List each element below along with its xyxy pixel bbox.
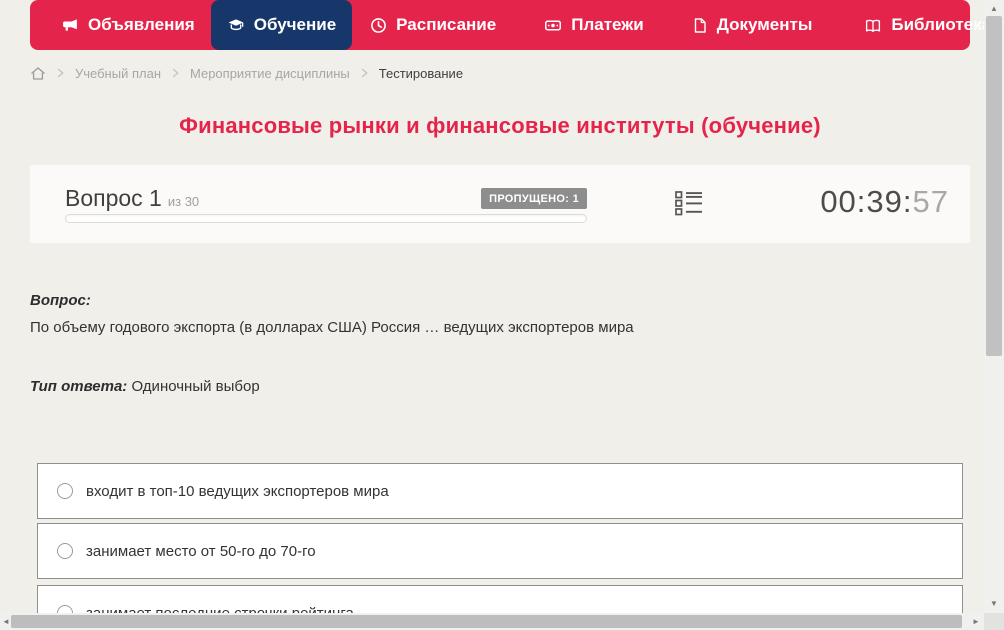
answer-type-row: Тип ответа: Одиночный выбор bbox=[30, 378, 260, 395]
horizontal-scrollbar[interactable]: ◄ ► bbox=[0, 613, 984, 630]
chevron-right-icon bbox=[361, 68, 368, 78]
answer-type-value: Одиночный выбор bbox=[131, 378, 260, 395]
document-icon bbox=[692, 17, 708, 34]
question-header-card: Вопрос 1 из 30 ПРОПУЩЕНО: 1 00:39:57 bbox=[30, 165, 970, 243]
clock-icon bbox=[370, 17, 387, 34]
question-counter: Вопрос 1 из 30 bbox=[65, 185, 199, 212]
question-text: По объему годового экспорта (в долларах … bbox=[30, 319, 634, 336]
question-total: из 30 bbox=[167, 194, 200, 209]
answer-option-label: занимает последние строчки рейтинга bbox=[86, 604, 354, 614]
page: Объявления Обучение Расписание Платежи Д… bbox=[0, 0, 984, 613]
main-nav: Объявления Обучение Расписание Платежи Д… bbox=[30, 0, 984, 50]
answer-option-label: входит в топ-10 ведущих экспортеров мира bbox=[86, 482, 389, 500]
vertical-scrollbar[interactable]: ▲ ▼ bbox=[984, 0, 1004, 613]
question-list-icon[interactable] bbox=[675, 190, 703, 217]
skipped-badge: ПРОПУЩЕНО: 1 bbox=[481, 188, 587, 209]
scroll-right-icon[interactable]: ► bbox=[972, 618, 980, 626]
radio-button[interactable] bbox=[57, 483, 73, 499]
megaphone-icon bbox=[62, 17, 79, 34]
payments-icon bbox=[544, 17, 562, 34]
breadcrumb: Учебный план Мероприятие дисциплины Тест… bbox=[30, 61, 463, 85]
answer-option[interactable]: занимает последние строчки рейтинга bbox=[37, 585, 963, 613]
scroll-down-icon[interactable]: ▼ bbox=[990, 600, 998, 608]
library-icon bbox=[864, 17, 882, 34]
breadcrumb-item-testing: Тестирование bbox=[378, 65, 464, 81]
radio-button[interactable] bbox=[57, 543, 73, 559]
answer-option-label: занимает место от 50-го до 70-го bbox=[86, 542, 316, 560]
nav-item-learning[interactable]: Обучение bbox=[210, 0, 353, 50]
breadcrumb-item-study-plan[interactable]: Учебный план bbox=[75, 66, 161, 81]
page-title: Финансовые рынки и финансовые институты … bbox=[179, 113, 821, 138]
home-icon[interactable] bbox=[30, 66, 46, 81]
vertical-scrollbar-thumb[interactable] bbox=[986, 16, 1002, 356]
horizontal-scrollbar-thumb[interactable] bbox=[11, 615, 962, 628]
scroll-up-icon[interactable]: ▲ bbox=[990, 5, 998, 13]
nav-item-documents[interactable]: Документы bbox=[676, 0, 829, 50]
nav-item-label: Библиотека bbox=[891, 15, 984, 34]
nav-item-announcements[interactable]: Объявления bbox=[46, 0, 211, 50]
answer-option[interactable]: входит в топ-10 ведущих экспортеров мира bbox=[37, 463, 963, 519]
radio-button[interactable] bbox=[57, 605, 73, 613]
nav-item-label: Платежи bbox=[571, 15, 644, 34]
breadcrumb-item-discipline-event[interactable]: Мероприятие дисциплины bbox=[190, 66, 350, 81]
timer: 00:39:57 bbox=[820, 184, 949, 220]
question-heading: Вопрос: bbox=[30, 292, 91, 309]
answer-type-label: Тип ответа: bbox=[30, 378, 128, 395]
chevron-right-icon bbox=[57, 68, 64, 78]
nav-item-label: Объявления bbox=[88, 15, 195, 34]
chevron-right-icon bbox=[172, 68, 179, 78]
nav-item-label: Расписание bbox=[396, 15, 497, 34]
scrollbar-corner bbox=[984, 613, 1004, 630]
nav-item-label: Обучение bbox=[253, 15, 337, 34]
nav-item-label: Документы bbox=[716, 15, 813, 34]
answer-option[interactable]: занимает место от 50-го до 70-го bbox=[37, 523, 963, 579]
question-number: Вопрос 1 bbox=[65, 185, 162, 211]
nav-item-payments[interactable]: Платежи bbox=[528, 0, 660, 50]
progress-bar bbox=[65, 214, 587, 223]
nav-item-library[interactable]: Библиотека bbox=[848, 0, 984, 50]
timer-seconds: 57 bbox=[912, 184, 949, 219]
graduation-cap-icon bbox=[227, 17, 245, 34]
timer-hours-minutes: 00:39: bbox=[820, 184, 913, 219]
scroll-left-icon[interactable]: ◄ bbox=[2, 618, 10, 626]
nav-item-schedule[interactable]: Расписание bbox=[354, 0, 512, 50]
